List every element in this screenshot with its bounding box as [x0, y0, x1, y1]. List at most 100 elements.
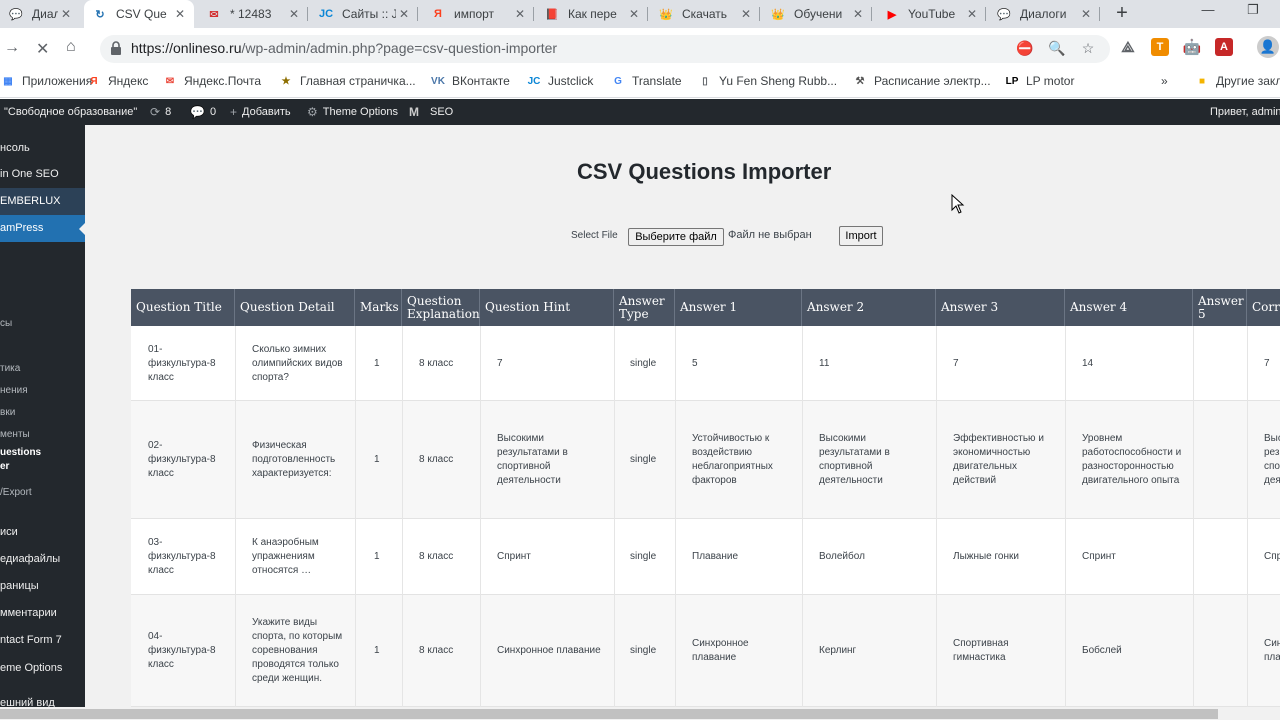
home-icon[interactable]: ⌂ — [66, 38, 76, 56]
bookmark-item[interactable]: LP LP motor — [1004, 72, 1075, 90]
table-cell: 8 класс — [419, 357, 454, 369]
sidebar-item[interactable]: amPress — [0, 215, 85, 242]
browser-tab[interactable]: 💬Диалоги✕ — [0, 0, 80, 28]
wp-theme-options[interactable]: ⚙ Theme Options — [307, 105, 398, 119]
new-tab-button[interactable]: + — [1112, 3, 1132, 24]
bookmark-item[interactable]: ▦ Приложения — [0, 72, 92, 90]
tab-favicon-icon: ▶ — [887, 8, 897, 21]
extension-t-icon[interactable]: T — [1151, 38, 1169, 56]
browser-tab[interactable]: 💬Диалоги✕ — [988, 0, 1100, 28]
table-cell: 01-физкультура-8 класс — [148, 343, 216, 383]
extension-robot-icon[interactable]: 🤖 — [1183, 38, 1201, 56]
stop-loading-icon[interactable]: ✕ — [36, 39, 49, 59]
tab-title: Диалоги — [1020, 7, 1067, 21]
column-header[interactable]: Question Title — [131, 289, 235, 326]
forward-icon[interactable]: → — [4, 39, 20, 57]
sidebar-item[interactable]: мментарии — [0, 600, 85, 627]
column-header[interactable]: Corr — [1247, 289, 1280, 326]
column-header[interactable]: Answer 4 — [1065, 289, 1193, 326]
close-tab-icon[interactable]: ✕ — [286, 7, 302, 21]
browser-tab[interactable]: 📕 Как пере ✕ — [536, 0, 648, 28]
sidebar-item[interactable]: менты — [0, 424, 85, 446]
close-tab-icon[interactable]: ✕ — [964, 7, 980, 21]
column-header[interactable]: Question Detail — [235, 289, 355, 326]
wp-comments[interactable]: 💬 0 — [190, 105, 216, 119]
close-tab-icon[interactable]: ✕ — [172, 7, 188, 21]
select-file-label: Select File — [571, 230, 618, 241]
sidebar-item[interactable]: сы — [0, 313, 85, 335]
bookmark-item[interactable]: ★ Главная страничка... — [278, 72, 416, 90]
sidebar-item[interactable]: EMBERLUX — [0, 188, 85, 215]
sidebar-item[interactable]: ntact Form 7 — [0, 627, 85, 654]
sidebar-item[interactable]: вки — [0, 402, 85, 424]
close-tab-icon[interactable]: ✕ — [1078, 7, 1094, 21]
sidebar-item[interactable]: uestions — [0, 446, 85, 460]
column-header[interactable]: Marks — [355, 289, 402, 326]
sidebar-item[interactable]: нения — [0, 380, 85, 402]
table-cell: 8 класс — [419, 551, 454, 562]
tab-title: Как пере — [568, 7, 617, 21]
column-header[interactable]: Question Hint — [480, 289, 614, 326]
minimize-icon[interactable]: — — [1193, 2, 1223, 17]
sidebar-item[interactable]: нсоль — [0, 135, 85, 162]
choose-file-button[interactable]: Выберите файл — [628, 228, 724, 246]
bookmark-item[interactable]: VK ВКонтакте — [430, 72, 510, 90]
tab-favicon-icon: 👑 — [659, 8, 673, 21]
browser-tab[interactable]: ↻ CSV Que ✕ — [84, 0, 194, 28]
wp-site-name[interactable]: "Свободное образование" — [4, 105, 137, 119]
column-header[interactable]: Answer 2 — [802, 289, 936, 326]
bookmark-item[interactable]: G Translate — [610, 72, 681, 90]
wp-seo[interactable]: M SEO — [409, 105, 453, 119]
browser-tab[interactable]: ✉ * 12483 ✕ — [198, 0, 308, 28]
blocked-camera-icon[interactable]: ⛔ — [1016, 40, 1033, 56]
close-tab-icon[interactable]: ✕ — [512, 7, 528, 21]
browser-tab[interactable]: 👑 Скачать ✕ — [650, 0, 760, 28]
browser-tab[interactable]: ▶ YouTube ✕ — [876, 0, 986, 28]
address-url[interactable]: https://onlineso.ru/wp-admin/admin.php?p… — [131, 40, 557, 56]
bookmark-item[interactable]: Я Яндекс — [86, 72, 148, 90]
bookmark-label: Justclick — [548, 74, 594, 88]
wp-add-new[interactable]: + Добавить — [230, 105, 291, 119]
sidebar-item[interactable]: er — [0, 460, 85, 474]
extension-pdf-icon[interactable]: A — [1215, 38, 1233, 56]
scrollbar-thumb[interactable] — [0, 709, 1218, 719]
sidebar-item[interactable]: eme Options — [0, 655, 85, 682]
sidebar-item[interactable]: in One SEO — [0, 161, 85, 188]
sidebar-item[interactable]: /Export — [0, 482, 85, 504]
wp-greeting[interactable]: Привет, admin — [1210, 105, 1280, 119]
close-tab-icon[interactable]: ✕ — [396, 7, 412, 21]
extension-sync-icon[interactable]: ⟁ — [1119, 38, 1137, 56]
column-header[interactable]: Answer 5 — [1193, 289, 1247, 326]
column-header[interactable]: Answer Type — [614, 289, 675, 326]
table-row: 03-физкультура-8 класс К анаэробным упраж… — [131, 519, 1280, 595]
sidebar-item[interactable]: иси — [0, 519, 85, 546]
sidebar-item[interactable]: тика — [0, 358, 85, 380]
tab-separator — [417, 7, 418, 21]
bookmark-star-icon[interactable]: ☆ — [1080, 40, 1096, 56]
bookmark-item[interactable]: ✉ Яндекс.Почта — [162, 72, 261, 90]
zoom-icon[interactable]: 🔍 — [1048, 40, 1065, 56]
column-header[interactable]: Answer 1 — [675, 289, 802, 326]
browser-tab[interactable]: Яимпорт ✕ — [422, 0, 534, 28]
close-tab-icon[interactable]: ✕ — [58, 7, 74, 21]
column-header[interactable]: Question Explanation — [402, 289, 480, 326]
import-button[interactable]: Import — [839, 226, 883, 246]
bookmark-item[interactable]: ▯ Yu Fen Sheng Rubb... — [697, 72, 837, 90]
wp-updates[interactable]: ⟳ 8 — [150, 105, 171, 119]
sidebar-item[interactable]: раницы — [0, 573, 85, 600]
bookmark-item[interactable]: JC Justclick — [526, 72, 594, 90]
column-header[interactable]: Answer 3 — [936, 289, 1065, 326]
sidebar-item[interactable]: едиафайлы — [0, 546, 85, 573]
browser-tab[interactable]: JC Сайты :: J ✕ — [310, 0, 418, 28]
tab-favicon-icon: Я — [434, 8, 442, 20]
bookmark-item[interactable]: ■ Другие закл — [1194, 72, 1280, 90]
close-tab-icon[interactable]: ✕ — [850, 7, 866, 21]
column-divider — [402, 326, 403, 707]
bookmark-item[interactable]: ⚒ Расписание электр... — [852, 72, 991, 90]
browser-tab[interactable]: 👑 Обучени ✕ — [762, 0, 872, 28]
close-tab-icon[interactable]: ✕ — [626, 7, 642, 21]
close-tab-icon[interactable]: ✕ — [738, 7, 754, 21]
profile-avatar[interactable]: 👤 — [1257, 36, 1279, 58]
maximize-icon[interactable]: ❐ — [1238, 2, 1268, 18]
more-bookmarks-button[interactable]: » — [1161, 72, 1168, 90]
